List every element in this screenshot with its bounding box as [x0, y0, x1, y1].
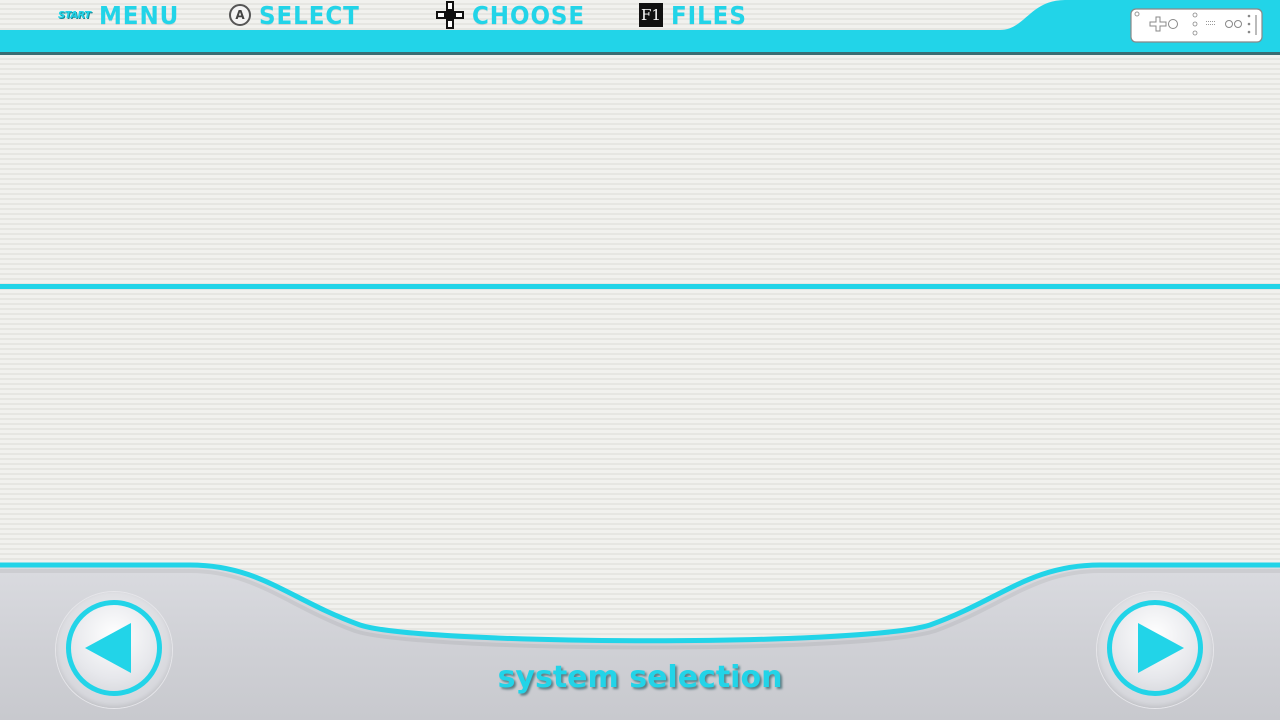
hint-menu-label: MENU	[98, 0, 179, 30]
dpad-icon	[436, 1, 464, 29]
hint-menu[interactable]: START MENU	[58, 0, 186, 30]
a-button-icon: A	[229, 4, 251, 26]
center-divider	[0, 284, 1280, 289]
start-button-icon: START	[58, 9, 91, 21]
hint-select[interactable]: A SELECT	[229, 0, 369, 30]
hint-choose-label: CHOOSE	[472, 0, 586, 30]
hint-select-label: SELECT	[259, 0, 360, 30]
hint-files[interactable]: F1 FILES	[639, 0, 753, 30]
hint-files-label: FILES	[671, 0, 747, 30]
bottom-panel	[0, 562, 1280, 720]
hint-choose[interactable]: CHOOSE	[436, 0, 595, 30]
wii-remote-icon	[1130, 8, 1263, 43]
f1-key-icon: F1	[639, 3, 663, 27]
system-selection-title: system selection	[497, 660, 783, 695]
screen: START MENU A SELECT CHOOSE F1 FILES syst…	[0, 0, 1280, 720]
